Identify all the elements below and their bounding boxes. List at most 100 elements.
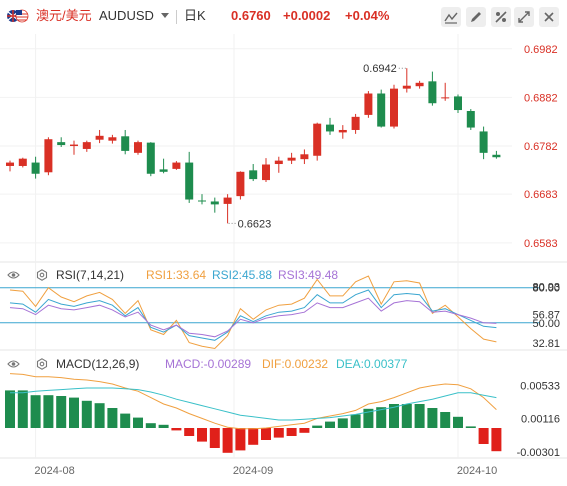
rsi-label: RSI(7,14,21)	[56, 268, 125, 282]
macd-histogram-bar	[491, 428, 502, 452]
price-axis-tick: 0.6583	[524, 238, 558, 250]
price-axis-tick: 0.6982	[524, 44, 558, 56]
candle-body	[262, 164, 270, 181]
candle-body	[6, 162, 14, 166]
eye-icon[interactable]	[7, 270, 20, 280]
macd-axis-tick: -0.00301	[517, 447, 560, 459]
macd-histogram-bar	[337, 418, 348, 428]
macd-histogram-bar	[248, 428, 259, 445]
macd-histogram-bar	[17, 390, 28, 428]
candle-body	[441, 97, 450, 99]
candle	[274, 156, 283, 173]
candle-body	[402, 85, 411, 89]
macd-histogram-bar	[325, 421, 335, 428]
macd-histogram-bar	[273, 428, 284, 438]
candle	[95, 129, 104, 144]
macd-histogram-bar	[299, 428, 310, 433]
candle-body	[18, 158, 27, 166]
chart-canvas[interactable]: 0.6982 0.6882 0.6782 0.6683 0.6583 0.6942 0.66…	[0, 0, 567, 486]
macd-histogram-bar	[261, 428, 271, 440]
macd-histogram-bar	[286, 428, 297, 436]
candle	[121, 129, 130, 155]
rsi3-value: RSI3:49.48	[278, 268, 339, 282]
price-axis-tick: 0.6882	[524, 92, 558, 104]
candle	[18, 157, 27, 168]
macd-histogram-bar	[56, 396, 67, 428]
candle-body	[223, 197, 232, 204]
macd-histogram-bar	[350, 414, 361, 428]
gear-icon[interactable]	[36, 358, 48, 370]
candle-body	[70, 144, 78, 147]
candle-body	[454, 96, 462, 111]
candle-body	[31, 162, 40, 174]
dif-value: DIF:0.00232	[262, 357, 329, 371]
macd-histogram-bar	[465, 426, 476, 428]
candle	[249, 164, 258, 182]
macd-histogram-bar	[133, 417, 143, 428]
candle-body	[146, 142, 155, 174]
candle	[402, 68, 411, 93]
rsi-axis-tick: 32.81	[532, 338, 560, 350]
macd-histogram-bar	[427, 408, 438, 428]
macd-label: MACD(12,26,9)	[56, 357, 140, 371]
macd-histogram-bar	[30, 395, 41, 428]
candle	[134, 140, 142, 155]
candle-body	[198, 200, 206, 202]
candle-body	[236, 171, 245, 197]
candle	[300, 149, 309, 165]
candle	[82, 140, 91, 152]
candle-body	[44, 139, 53, 173]
macd-histogram-bar	[69, 397, 79, 428]
candle-body	[274, 160, 283, 165]
candle	[492, 150, 501, 159]
date-axis-tick: 2024-09	[233, 465, 273, 477]
candle	[390, 84, 398, 129]
candle-body	[134, 142, 142, 153]
candle	[223, 194, 232, 224]
candle	[262, 158, 270, 183]
candle-body	[95, 135, 104, 140]
macd-histogram-bar	[43, 395, 54, 428]
rsi-series-line	[9, 275, 497, 350]
candle-body	[364, 93, 373, 115]
candle-body	[57, 142, 66, 146]
candle	[415, 80, 424, 89]
macd-histogram-bar	[94, 403, 105, 428]
candle	[338, 125, 347, 139]
candle	[44, 137, 53, 176]
macd-histogram-bar	[414, 404, 425, 428]
candle-body	[159, 169, 168, 172]
candle	[313, 122, 322, 161]
macd-histogram-bar	[401, 404, 412, 428]
candle	[70, 140, 78, 155]
macd-histogram-bar	[107, 408, 118, 428]
candle	[198, 194, 206, 205]
price-axis-tick: 0.6782	[524, 141, 558, 153]
candle	[287, 152, 296, 165]
candle-body	[108, 137, 117, 141]
eye-icon[interactable]	[7, 359, 20, 369]
macd-histogram-bar	[145, 423, 156, 428]
candle-body	[172, 162, 181, 169]
rsi1-value: RSI1:33.64	[146, 268, 207, 282]
macd-histogram-bar	[209, 428, 220, 448]
date-axis-tick: 2024-08	[34, 465, 74, 477]
macd-histogram-bar	[312, 425, 323, 428]
candle	[108, 134, 117, 144]
candle	[210, 197, 219, 213]
candle-body	[82, 142, 91, 149]
macd-histogram-bar	[171, 428, 182, 431]
macd-histogram-bar	[158, 424, 169, 428]
date-axis-tick: 2024-10	[457, 465, 497, 477]
macd-histogram-bar	[478, 428, 489, 444]
macd-histogram-bar	[81, 400, 92, 428]
candle	[146, 142, 155, 177]
candle	[454, 94, 462, 113]
macd-histogram-bar	[197, 428, 207, 442]
candle	[236, 171, 245, 200]
gear-icon[interactable]	[36, 269, 48, 281]
macd-histogram-bar	[222, 428, 233, 453]
candle-body	[300, 154, 309, 160]
macd-histogram-bar	[120, 413, 131, 428]
candle-body	[415, 82, 424, 87]
